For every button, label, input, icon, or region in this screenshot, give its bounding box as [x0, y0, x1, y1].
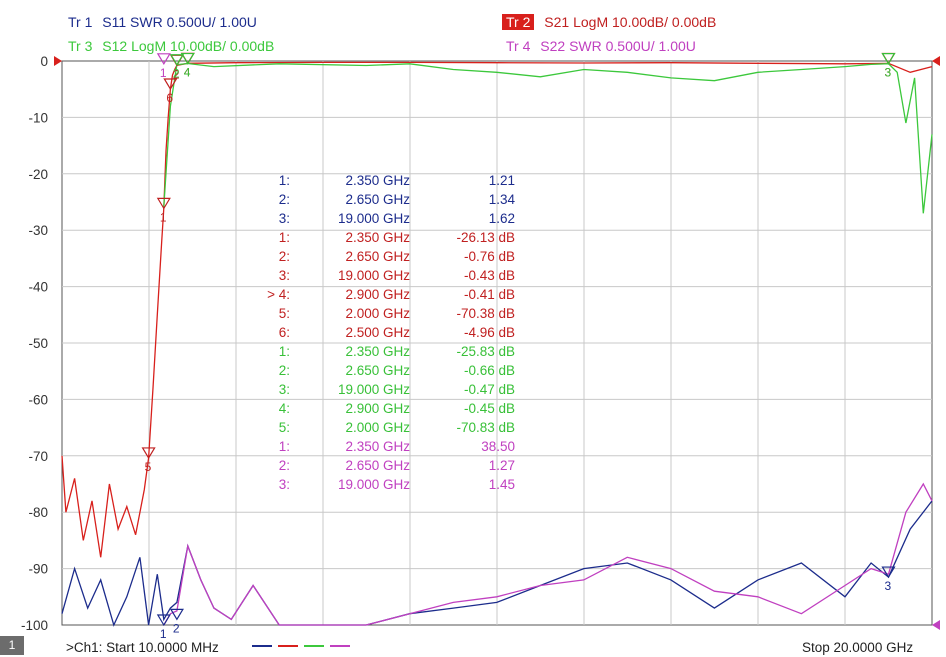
marker-id: 1:: [278, 344, 290, 359]
marker-label: 5: [145, 460, 152, 474]
marker-id: 2:: [278, 458, 290, 473]
y-tick-label: 0: [40, 54, 48, 69]
marker-value: -0.66 dB: [463, 363, 515, 378]
marker-triangle: [156, 53, 171, 65]
y-tick-label: -80: [28, 505, 48, 520]
marker-value: -4.96 dB: [463, 325, 515, 340]
marker-label: 1: [160, 210, 167, 224]
trace-legend-swatches: [252, 645, 350, 647]
marker-label: 1: [160, 627, 167, 641]
marker-id: 3:: [278, 382, 290, 397]
trace-s12: [163, 62, 933, 214]
marker-value: -26.13 dB: [456, 230, 515, 245]
marker-value: -0.41 dB: [463, 287, 515, 302]
reference-marker-right: [932, 56, 940, 66]
marker-value: -70.83 dB: [456, 420, 515, 435]
marker-id: 1:: [278, 439, 290, 454]
sweep-legend: [252, 640, 352, 655]
marker-label: 2: [173, 621, 180, 635]
marker-label: 4: [184, 66, 191, 80]
y-tick-label: -60: [28, 392, 48, 407]
marker-id: 2:: [278, 363, 290, 378]
marker-value: -0.43 dB: [463, 268, 515, 283]
y-tick-label: -70: [28, 449, 48, 464]
reference-marker-left: [54, 56, 62, 66]
marker-id: 3:: [278, 211, 290, 226]
y-tick-label: -10: [28, 110, 48, 125]
channel-badge[interactable]: 1: [0, 636, 24, 655]
marker-label: 6: [166, 91, 173, 105]
marker-value: -25.83 dB: [456, 344, 515, 359]
marker-label: 1: [160, 66, 167, 80]
marker-value: -0.47 dB: [463, 382, 515, 397]
marker-id: 3:: [278, 268, 290, 283]
marker-value: 1.45: [488, 477, 515, 492]
marker-id: 3:: [278, 477, 290, 492]
marker-id: 5:: [278, 306, 290, 321]
reference-marker-bottom: [932, 620, 940, 630]
sweep-stop[interactable]: Stop 20.0000 GHz: [802, 640, 913, 655]
marker-value: 38.50: [481, 439, 515, 454]
y-tick-label: -30: [28, 223, 48, 238]
marker-label: 3: [884, 66, 891, 80]
marker-id: 1:: [278, 173, 290, 188]
marker-value: 1.27: [488, 458, 515, 473]
y-tick-label: -100: [21, 618, 48, 633]
marker-value: -70.38 dB: [456, 306, 515, 321]
marker-value: 1.21: [488, 173, 515, 188]
marker-label: 2: [173, 67, 180, 81]
y-tick-label: -40: [28, 280, 48, 295]
y-tick-label: -20: [28, 167, 48, 182]
marker-id: 2:: [278, 192, 290, 207]
marker-triangle: [881, 53, 896, 65]
y-tick-label: -90: [28, 562, 48, 577]
marker-triangle: [881, 52, 896, 65]
sweep-start[interactable]: >Ch1: Start 10.0000 MHz: [66, 640, 219, 655]
marker-id: 1:: [278, 230, 290, 245]
marker-value: 1.62: [488, 211, 515, 226]
marker-triangle: [169, 54, 184, 66]
marker-id: 6:: [278, 325, 290, 340]
marker-value: 1.34: [488, 192, 515, 207]
marker-id: 2:: [278, 249, 290, 264]
trace-s22: [163, 482, 933, 626]
marker-value: -0.45 dB: [463, 401, 515, 416]
marker-id: 4:: [278, 401, 290, 416]
y-tick-label: -50: [28, 336, 48, 351]
marker-value: -0.76 dB: [463, 249, 515, 264]
marker-id: 5:: [278, 420, 290, 435]
marker-label: 3: [884, 579, 891, 593]
marker-id: > 4:: [267, 287, 290, 302]
